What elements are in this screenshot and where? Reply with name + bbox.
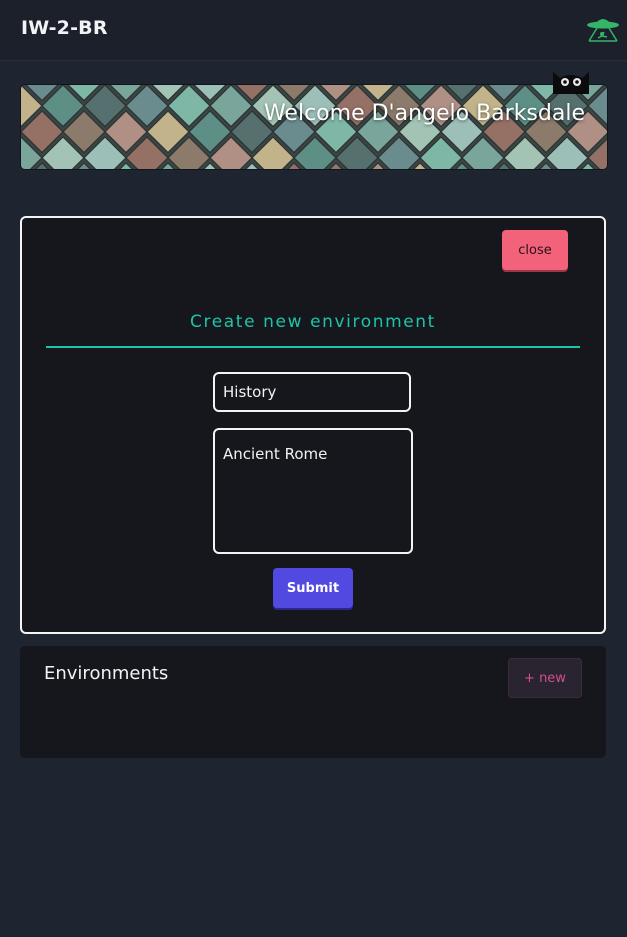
new-environment-button[interactable]: + new <box>508 658 582 698</box>
title-divider <box>46 346 580 348</box>
welcome-banner: Welcome D'angelo Barksdale <box>20 84 608 170</box>
environment-description-textarea[interactable]: Ancient Rome <box>213 428 413 554</box>
create-environment-modal: close Create new environment Ancient Rom… <box>20 216 606 634</box>
close-button[interactable]: close <box>502 230 568 270</box>
modal-title: Create new environment <box>190 312 436 332</box>
top-navbar: IW-2-BR <box>0 0 627 61</box>
environments-panel: Environments + new <box>20 646 606 758</box>
tile-pattern-background <box>21 85 607 169</box>
black-cat-icon <box>553 72 589 94</box>
welcome-message: Welcome D'angelo Barksdale <box>263 101 585 126</box>
environment-name-input[interactable] <box>213 372 411 412</box>
app-title[interactable]: IW-2-BR <box>21 17 108 39</box>
ufo-icon[interactable] <box>585 10 621 44</box>
submit-button[interactable]: Submit <box>273 568 353 608</box>
environments-heading: Environments <box>44 663 169 684</box>
